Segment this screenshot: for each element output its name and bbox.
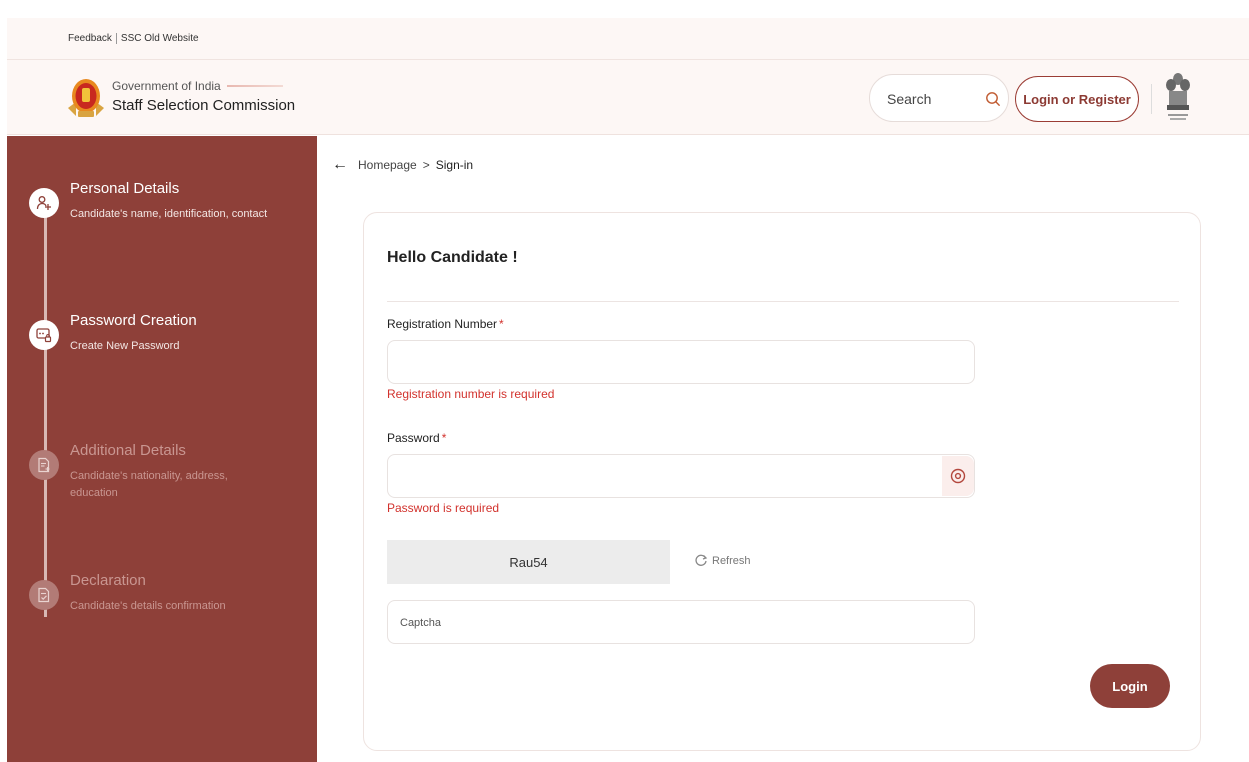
site-header: Government of India Staff Selection Comm… [7, 60, 1249, 135]
password-input[interactable] [387, 454, 975, 498]
step-description: Candidate's details confirmation [70, 600, 226, 612]
header-divider [1151, 84, 1152, 114]
utility-separator [115, 33, 117, 44]
step-title: Password Creation [70, 312, 197, 329]
required-mark: * [441, 431, 447, 445]
search-icon[interactable] [985, 91, 1001, 107]
registration-number-label: Registration Number * [387, 317, 504, 331]
commission-name: Staff Selection Commission [112, 97, 296, 114]
feedback-link[interactable]: Feedback [68, 33, 112, 44]
login-button[interactable]: Login [1090, 664, 1170, 708]
step-description: Create New Password [70, 340, 180, 352]
login-card: Hello Candidate ! Registration Number * R… [363, 212, 1201, 751]
search-input[interactable] [887, 87, 977, 111]
breadcrumb-home-link[interactable]: Homepage [358, 158, 417, 172]
refresh-icon [695, 554, 708, 566]
step-title: Personal Details [70, 180, 180, 197]
breadcrumb-separator: > [422, 158, 430, 172]
steps-progress-rail [44, 202, 47, 617]
step-title: Additional Details [70, 442, 186, 459]
captcha-input[interactable] [387, 600, 975, 644]
ssc-logo-icon[interactable] [66, 72, 106, 120]
step-description: Candidate's name, identification, contac… [70, 208, 268, 220]
national-emblem-icon [1166, 73, 1190, 120]
password-icon [29, 320, 59, 350]
document-check-icon [29, 580, 59, 610]
password-label: Password * [387, 431, 447, 445]
registration-number-error: Registration number is required [387, 387, 555, 401]
password-error: Password is required [387, 501, 500, 515]
breadcrumb-current: Sign-in [435, 158, 474, 172]
government-label: Government of India [112, 79, 295, 93]
top-strip [0, 0, 1249, 18]
brand-text: Government of India Staff Selection Comm… [112, 79, 295, 114]
form-heading: Hello Candidate ! [387, 249, 518, 266]
search-box [869, 74, 1009, 122]
refresh-captcha-button[interactable]: Refresh [694, 554, 751, 568]
step-description: Candidate's nationality, address, educat… [70, 470, 228, 499]
breadcrumb: ← Homepage > Sign-in [332, 156, 473, 174]
back-arrow-icon[interactable]: ← [332, 156, 348, 174]
eye-icon [950, 468, 966, 484]
heading-divider [387, 301, 1179, 302]
old-website-link[interactable]: SSC Old Website [121, 33, 199, 44]
registration-steps-sidebar: Personal Details Candidate's name, ident… [7, 136, 317, 762]
user-add-icon [29, 188, 59, 218]
refresh-label: Refresh [712, 555, 751, 567]
captcha-image: Rau54 [387, 540, 670, 584]
required-mark: * [499, 317, 504, 331]
show-password-toggle[interactable] [942, 456, 974, 496]
utility-bar: Feedback SSC Old Website [7, 18, 1249, 60]
registration-number-input[interactable] [387, 340, 975, 384]
step-title: Declaration [70, 572, 146, 589]
document-add-icon [29, 450, 59, 480]
login-register-button[interactable]: Login or Register [1015, 76, 1139, 122]
utility-links: Feedback SSC Old Website [68, 33, 199, 44]
